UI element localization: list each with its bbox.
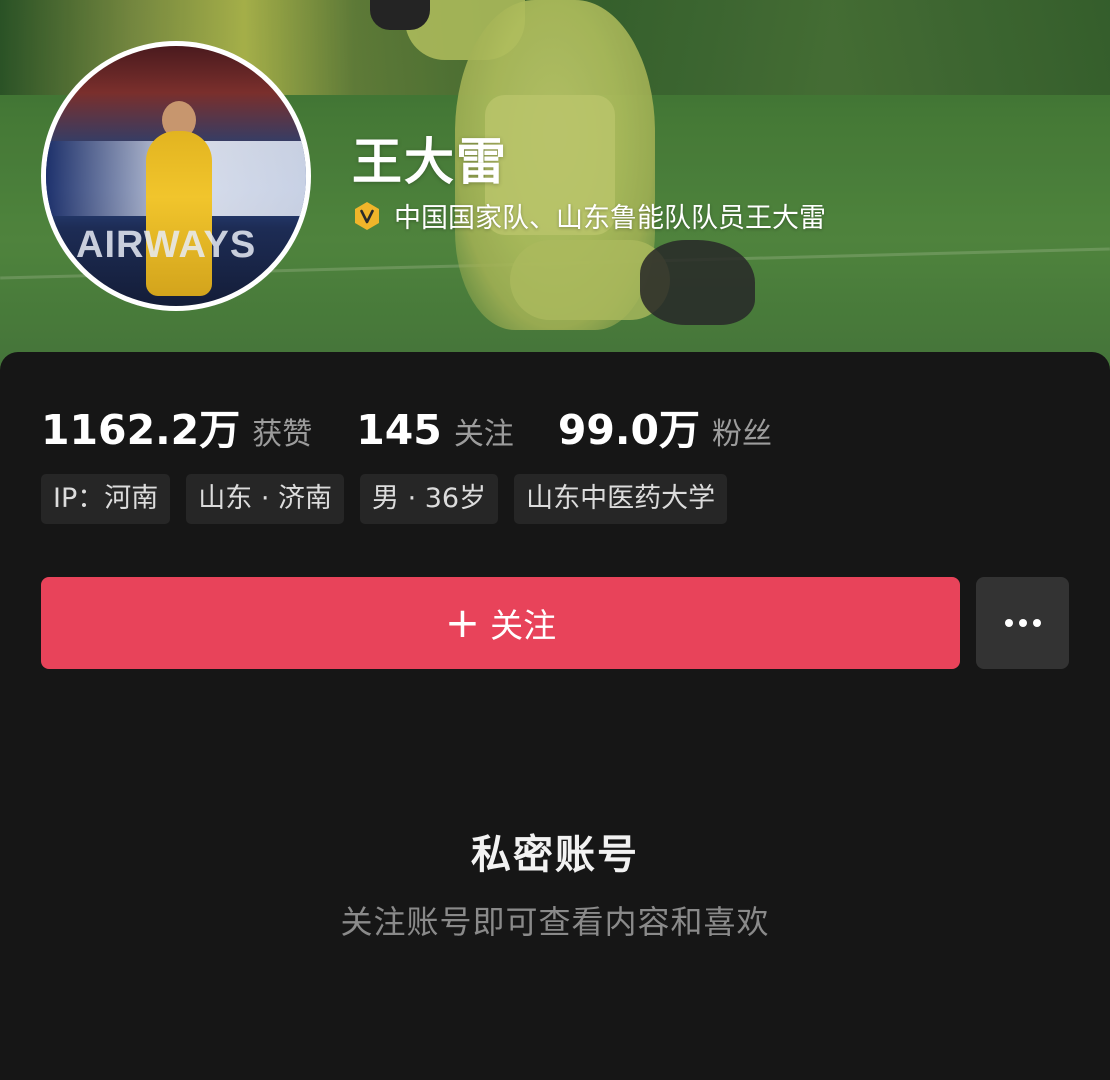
avatar-banner-text: AIRWAYS bbox=[76, 224, 257, 266]
avatar-image: AIRWAYS bbox=[46, 46, 306, 306]
stat-followers[interactable]: 99.0万 粉丝 bbox=[558, 396, 772, 456]
private-account-subtitle: 关注账号即可查看内容和喜欢 bbox=[340, 903, 770, 941]
stats-row: 1162.2万 获赞 145 关注 99.0万 粉丝 bbox=[41, 396, 816, 456]
verified-badge-icon bbox=[355, 201, 379, 230]
stat-following[interactable]: 145 关注 bbox=[356, 406, 514, 454]
profile-panel: 1162.2万 获赞 145 关注 99.0万 粉丝 IP：河南 山东 · 济南… bbox=[0, 352, 1110, 1080]
stat-likes-value: 1162.2万 bbox=[41, 406, 241, 454]
profile-tags: IP：河南 山东 · 济南 男 · 36岁 山东中医药大学 bbox=[41, 474, 743, 524]
more-options-button[interactable] bbox=[976, 577, 1069, 669]
tag-ip-location: IP：河南 bbox=[41, 474, 171, 524]
private-account-title: 私密账号 bbox=[471, 832, 639, 878]
plus-icon: + bbox=[444, 598, 481, 647]
stat-likes-label: 获赞 bbox=[252, 417, 313, 452]
stat-followers-label: 粉丝 bbox=[711, 417, 772, 452]
avatar[interactable]: AIRWAYS bbox=[41, 41, 311, 311]
tag-location: 山东 · 济南 bbox=[186, 474, 344, 524]
verification-text: 中国国家队、山东鲁能队队员王大雷 bbox=[394, 203, 826, 234]
tag-school[interactable]: 山东中医药大学 bbox=[514, 474, 728, 524]
stat-likes[interactable]: 1162.2万 获赞 bbox=[41, 396, 312, 456]
profile-page: AIRWAYS 王大雷 中国国家队、山东鲁能队队员王大雷 1162.2万 获赞 … bbox=[0, 0, 1110, 1080]
stat-followers-value: 99.0万 bbox=[557, 406, 700, 454]
follow-button[interactable]: + 关注 bbox=[41, 577, 960, 669]
tag-gender-age: 男 · 36岁 bbox=[360, 474, 499, 524]
verification-row: 中国国家队、山东鲁能队队员王大雷 bbox=[352, 196, 826, 235]
more-dots-icon bbox=[1004, 619, 1041, 627]
follow-button-label: 关注 bbox=[490, 606, 557, 645]
stat-following-label: 关注 bbox=[453, 417, 514, 452]
stat-following-value: 145 bbox=[356, 406, 442, 454]
profile-name: 王大雷 bbox=[352, 133, 508, 191]
